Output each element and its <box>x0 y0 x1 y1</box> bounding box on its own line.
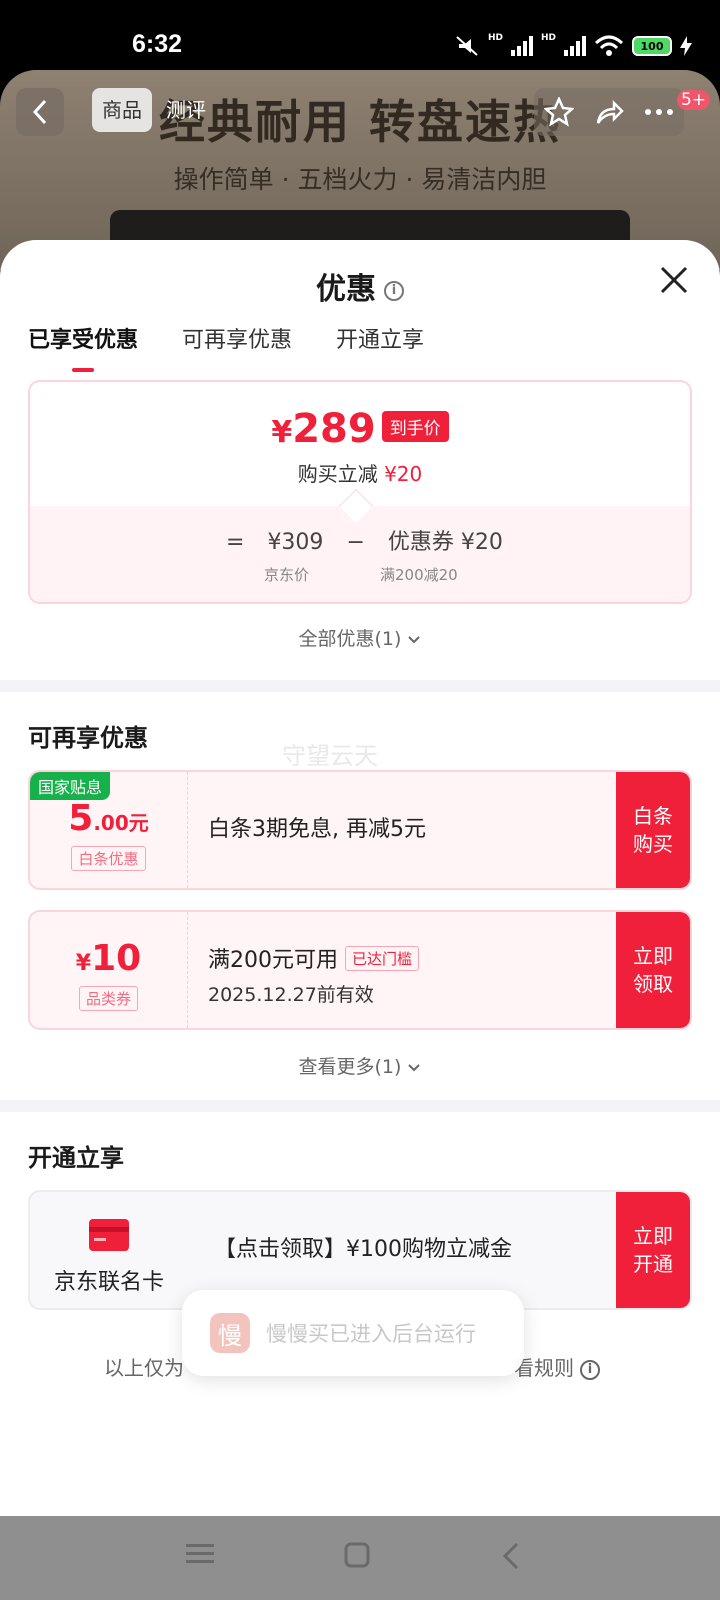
system-nav-bar <box>0 1516 720 1600</box>
section-divider <box>0 680 720 692</box>
status-icons: HD HD 100 <box>454 33 692 58</box>
tab-review[interactable]: 测评 <box>156 88 216 132</box>
discount-summary: 购买立减 ¥20 <box>30 458 690 487</box>
category-coupon: ¥10 品类券 满200元可用 已达门槛 2025.12.27前有效 立即领取 <box>28 910 692 1030</box>
home-icon[interactable] <box>344 1542 370 1572</box>
amount-currency: ¥ <box>75 951 92 976</box>
baitiao-buy-button[interactable]: 白条 购买 <box>616 772 690 888</box>
view-rules-link[interactable]: 看规则 i <box>514 1352 600 1381</box>
tab-more-promotions[interactable]: 可再享优惠 <box>182 322 292 354</box>
close-icon[interactable] <box>654 260 694 300</box>
sheet-title: 优惠 i <box>0 264 720 308</box>
jd-price: ¥309 <box>267 530 324 555</box>
chevron-down-icon <box>408 1064 421 1072</box>
amount-unit: 元 <box>128 811 149 835</box>
charging-icon <box>680 36 692 56</box>
chevron-left-icon <box>32 99 47 125</box>
tab-product[interactable]: 商品 <box>92 88 152 132</box>
credit-card-icon <box>89 1219 129 1251</box>
card-name: 京东联名卡 <box>53 1270 164 1295</box>
open-card-button[interactable]: 立即 开通 <box>616 1192 690 1308</box>
baitiao-coupon: 国家贴息 5.00元 白条优惠 白条3期免息, 再减5元 白条购买 <box>28 770 692 890</box>
button-line-2: 购买 <box>633 832 673 856</box>
coupon-details: 满200元可用 已达门槛 2025.12.27前有效 <box>208 942 420 1007</box>
menu-icon[interactable] <box>186 1542 214 1570</box>
promotions-sheet: 优惠 i 已享受优惠 可再享优惠 开通立享 ¥289 到手价 购买立减 ¥20 = … <box>0 240 720 1516</box>
battery-indicator: 100 <box>632 36 672 56</box>
more-icon[interactable] <box>644 107 674 117</box>
coupon-rule: 满200减20 <box>380 566 458 584</box>
promotion-tabs: 已享受优惠 可再享优惠 开通立享 <box>28 322 424 372</box>
button-line-2: 开通 <box>633 1252 673 1276</box>
price-breakdown-card: ¥289 到手价 购买立减 ¥20 = ¥309 − 优惠券 ¥20 京东价 满2… <box>28 380 692 604</box>
coupon-amount: ¥10 <box>30 938 187 979</box>
back-icon[interactable] <box>502 1542 520 1574</box>
wifi-icon <box>594 35 624 56</box>
share-icon[interactable] <box>594 97 624 127</box>
minus-sign: − <box>346 530 365 555</box>
header-actions <box>534 88 684 136</box>
coupon-type-tag: 品类券 <box>78 986 138 1011</box>
claim-coupon-button[interactable]: 立即 领取 <box>616 912 690 1028</box>
app-icon: 慢 <box>210 1313 250 1353</box>
final-price-value: 289 <box>292 406 376 452</box>
corner-tag: 国家贴息 <box>30 772 111 800</box>
banner-subtitle: 操作简单 · 五档火力 · 易清洁内胆 <box>173 165 547 194</box>
signal-icon-2 <box>564 36 586 56</box>
open-to-enjoy-title: 开通立享 <box>28 1144 124 1172</box>
amount-value: 10 <box>91 938 142 979</box>
coupon-amount: ¥20 <box>460 530 503 555</box>
coupon-type-tag: 白条优惠 <box>71 846 146 871</box>
info-icon: i <box>580 1359 600 1380</box>
back-button[interactable] <box>16 88 64 136</box>
discount-label: 购买立减 <box>297 462 378 486</box>
card-info: 京东联名卡 <box>30 1192 188 1308</box>
mute-icon <box>456 36 478 56</box>
clock: 6:32 <box>132 30 183 58</box>
jd-price-label: 京东价 <box>264 566 310 584</box>
toast-text: 慢慢买已进入后台运行 <box>266 1322 476 1346</box>
button-line-1: 立即 <box>633 944 673 968</box>
coupon-condition: 满200元可用 <box>208 948 338 973</box>
section-divider <box>0 1100 720 1112</box>
background-toast: 慢 慢慢买已进入后台运行 <box>182 1290 524 1376</box>
amount-decimal: .00 <box>93 811 129 835</box>
final-price: ¥289 到手价 <box>30 406 690 452</box>
button-line-1: 立即 <box>633 1224 673 1248</box>
amount-integer: 5 <box>68 798 94 839</box>
button-line-2: 领取 <box>633 972 673 996</box>
view-more-link[interactable]: 查看更多(1) <box>0 1052 720 1079</box>
coupon-description: 白条3期免息, 再减5元 <box>208 817 426 842</box>
final-price-currency: ¥ <box>271 415 293 450</box>
chevron-down-icon <box>408 636 421 644</box>
equals-sign: = <box>226 530 245 555</box>
more-promotions-title: 可再享优惠 <box>28 724 148 752</box>
price-formula: = ¥309 − 优惠券 ¥20 <box>226 524 519 556</box>
discount-amount: ¥20 <box>384 462 423 486</box>
hd-label-2: HD <box>540 33 556 43</box>
coupon-label: 优惠券 <box>387 530 454 555</box>
notification-badge: 5+ <box>676 90 710 110</box>
coupon-amount: 5.00元 <box>30 798 187 839</box>
tab-enjoyed-promotions[interactable]: 已享受优惠 <box>28 322 138 372</box>
product-nav-tabs: 商品 测评 <box>92 88 216 132</box>
watermark: 守望云天 <box>282 742 378 770</box>
sheet-title-text: 优惠 <box>316 272 376 307</box>
coupon-validity: 2025.12.27前有效 <box>208 984 374 1006</box>
star-icon[interactable] <box>544 97 574 127</box>
disclaimer-text: 以上仅为 <box>104 1356 184 1380</box>
button-line-1: 白条 <box>633 804 673 828</box>
all-promotions-link[interactable]: 全部优惠(1) <box>0 624 720 651</box>
coupon-amount-area: 国家贴息 5.00元 白条优惠 <box>30 772 188 888</box>
signal-icon <box>510 36 533 56</box>
info-icon[interactable]: i <box>384 280 404 301</box>
hd-label-1: HD <box>487 33 503 43</box>
all-promotions-label: 全部优惠(1) <box>298 628 402 650</box>
tab-open-to-enjoy[interactable]: 开通立享 <box>336 322 424 354</box>
coupon-amount-area: ¥10 品类券 <box>30 912 188 1028</box>
view-more-label: 查看更多(1) <box>298 1056 402 1078</box>
final-price-tag: 到手价 <box>381 411 449 442</box>
threshold-tag: 已达门槛 <box>345 946 420 971</box>
